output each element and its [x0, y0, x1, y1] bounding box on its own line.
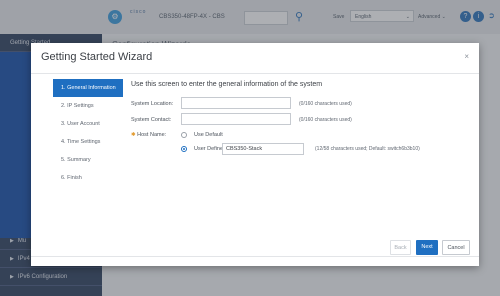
dialog-title: Getting Started Wizard [41, 51, 153, 63]
system-contact-hint: (0/160 characters used) [299, 117, 352, 123]
system-location-label: System Location: [131, 101, 174, 107]
back-button[interactable]: Back [390, 240, 411, 255]
getting-started-wizard-dialog: Getting Started Wizard × 1. General Info… [31, 43, 479, 266]
step-summary[interactable]: 5. Summary [53, 151, 123, 169]
system-location-input[interactable] [181, 97, 291, 109]
side-panel [0, 52, 34, 238]
step-user-account[interactable]: 3. User Account [53, 115, 123, 133]
use-default-label: Use Default [194, 132, 223, 138]
host-name-input[interactable]: CBS350-Stack [222, 143, 304, 155]
step-ip-settings[interactable]: 2. IP Settings [53, 97, 123, 115]
system-contact-input[interactable] [181, 113, 291, 125]
system-location-hint: (0/160 characters used) [299, 101, 352, 107]
host-name-hint: (12/58 characters used; Default: switch6… [315, 146, 420, 152]
close-icon[interactable]: × [464, 52, 469, 61]
required-icon: ✱ [131, 132, 136, 138]
use-default-radio[interactable] [181, 132, 187, 138]
wizard-description: Use this screen to enter the general inf… [131, 81, 323, 88]
step-finish[interactable]: 6. Finish [53, 169, 123, 187]
user-defined-radio[interactable] [181, 146, 187, 152]
host-name-label: ✱ Host Name: [131, 132, 166, 138]
cancel-button[interactable]: Cancel [442, 240, 470, 255]
divider [31, 256, 479, 257]
system-contact-label: System Contact: [131, 117, 172, 123]
wizard-steps: 1. General Information 2. IP Settings 3.… [53, 79, 123, 187]
step-time-settings[interactable]: 4. Time Settings [53, 133, 123, 151]
host-name-label-text: Host Name: [137, 132, 167, 138]
next-button[interactable]: Next [416, 240, 438, 255]
step-general-information[interactable]: 1. General Information [53, 79, 123, 97]
divider [31, 73, 479, 74]
